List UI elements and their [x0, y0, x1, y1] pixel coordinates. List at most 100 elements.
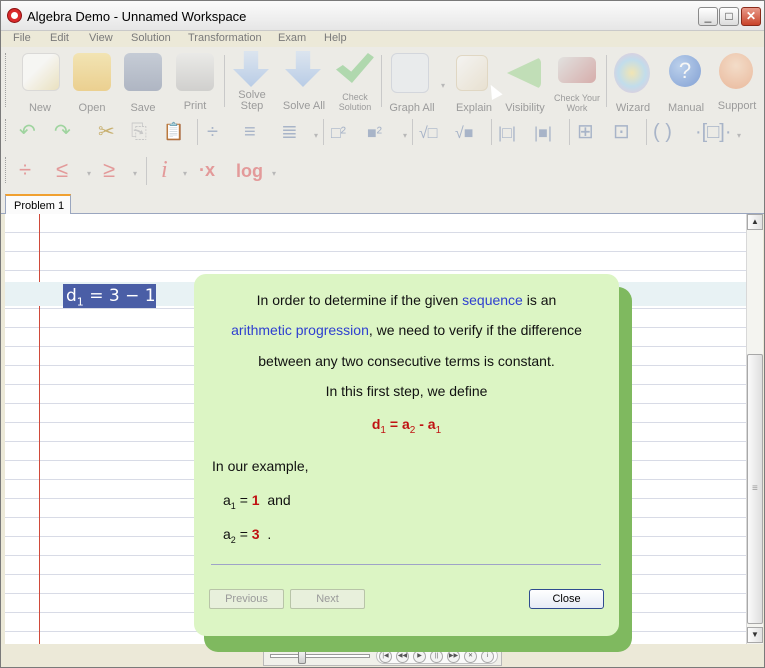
square-root-filled-icon[interactable]: √■: [455, 123, 473, 145]
scroll-down-icon[interactable]: ▼: [747, 627, 763, 643]
square-root-icon[interactable]: √□: [419, 123, 437, 145]
support-label: Support: [717, 100, 757, 112]
power-filled-icon[interactable]: ■²: [367, 123, 382, 145]
less-or-equal-icon[interactable]: ≤: [56, 159, 68, 181]
main-toolbar: New Open Save Print Solve Step Solve All…: [1, 51, 764, 114]
relation2-dropdown-icon[interactable]: ▾: [133, 169, 137, 178]
toolbar-grip[interactable]: [5, 119, 8, 141]
formula-a2: a: [401, 416, 410, 432]
checkmark-icon: [336, 53, 374, 83]
check-your-work-button[interactable]: Check Your Work: [552, 51, 602, 113]
minimize-button[interactable]: _: [698, 7, 718, 26]
menu-exam[interactable]: Exam: [278, 32, 306, 44]
brackets-dropdown-icon[interactable]: ▾: [737, 131, 741, 140]
scroll-thumb[interactable]: [747, 354, 763, 624]
imaginary-dropdown-icon[interactable]: ▾: [183, 169, 187, 178]
subscript-icon[interactable]: ·x: [199, 159, 215, 181]
fraction-filled-icon[interactable]: ≣: [281, 121, 298, 143]
a2-value: 3: [251, 526, 260, 542]
matrix-icon[interactable]: ⊞: [577, 121, 594, 143]
vertical-scrollbar[interactable]: ▲ ▼: [746, 214, 763, 644]
log-icon[interactable]: log: [236, 160, 263, 182]
menu-transformation[interactable]: Transformation: [188, 32, 262, 44]
maximize-button[interactable]: □: [719, 7, 739, 26]
fraction-icon[interactable]: ÷: [207, 121, 218, 143]
divide-icon[interactable]: ÷: [19, 159, 31, 181]
selected-expression[interactable]: d1 = 3 − 1: [63, 284, 156, 308]
toolbar-separator: [224, 55, 225, 107]
visibility-label: Visibility: [505, 102, 545, 114]
greater-or-equal-icon[interactable]: ≥: [103, 159, 115, 181]
scroll-up-icon[interactable]: ▲: [747, 214, 763, 230]
previous-button[interactable]: Previous: [209, 589, 284, 609]
solve-step-button[interactable]: Solve Step: [230, 51, 274, 112]
graph-all-button[interactable]: Graph All: [385, 51, 439, 114]
definition-formula: d1 = a2 - a1: [194, 416, 619, 436]
solve-all-button[interactable]: Solve All: [279, 51, 329, 112]
absolute-value-icon[interactable]: |□|: [498, 123, 516, 145]
wizard-button[interactable]: Wizard: [610, 51, 656, 114]
menu-file[interactable]: File: [13, 32, 31, 44]
popup-divider: [211, 564, 601, 565]
menu-view[interactable]: View: [89, 32, 113, 44]
log-dropdown-icon[interactable]: ▾: [272, 169, 276, 178]
menu-edit[interactable]: Edit: [50, 32, 69, 44]
line2-tail: , we need to verify if the difference: [368, 322, 582, 338]
toolbar-area: New Open Save Print Solve Step Solve All…: [1, 47, 764, 194]
fraction-stacked-icon[interactable]: ≡: [244, 121, 256, 143]
matrix-outline-icon[interactable]: ⊡: [613, 121, 630, 143]
menu-bar: File Edit View Solution Transformation E…: [1, 31, 764, 47]
formula-a1: a: [427, 416, 436, 432]
down-arrow-icon: [233, 51, 269, 87]
toolbar-grip[interactable]: [5, 157, 8, 183]
power-dropdown-icon[interactable]: ▾: [403, 131, 407, 140]
open-button[interactable]: Open: [71, 51, 113, 114]
visibility-button[interactable]: Visibility: [501, 51, 549, 114]
close-window-button[interactable]: ✕: [741, 7, 761, 26]
graph-dropdown-icon[interactable]: ▾: [441, 81, 445, 90]
check-solution-button[interactable]: Check Solution: [332, 51, 378, 112]
copy-icon[interactable]: ⎘: [131, 121, 147, 143]
tab-problem-1[interactable]: Problem 1: [5, 194, 71, 215]
explain-document-icon: [456, 55, 488, 91]
new-button[interactable]: New: [19, 51, 61, 114]
save-button[interactable]: Save: [122, 51, 164, 114]
imaginary-unit-icon[interactable]: i: [161, 158, 168, 182]
window-title: Algebra Demo - Unnamed Workspace: [27, 9, 247, 24]
folder-icon: [73, 53, 111, 91]
undo-icon[interactable]: ↶: [19, 121, 36, 143]
floppy-disk-icon: [124, 53, 162, 91]
toolbar-separator: [381, 55, 382, 107]
support-button[interactable]: Support: [714, 51, 760, 112]
expression-rhs: = 3 − 1: [83, 286, 156, 306]
graph-icon: [391, 53, 429, 93]
tab-strip: Problem 1: [1, 194, 764, 215]
redo-icon[interactable]: ↷: [54, 121, 71, 143]
save-label: Save: [130, 102, 156, 114]
fraction-dropdown-icon[interactable]: ▾: [314, 131, 318, 140]
absolute-value-filled-icon[interactable]: |■|: [534, 123, 552, 145]
playback-slider-track[interactable]: [270, 654, 370, 658]
print-label: Print: [183, 100, 207, 112]
relation-dropdown-icon[interactable]: ▾: [87, 169, 91, 178]
cut-icon[interactable]: ✂: [98, 121, 115, 143]
sequence-link[interactable]: sequence: [462, 292, 523, 308]
explain-button[interactable]: Explain: [451, 51, 497, 114]
manual-button[interactable]: ? Manual: [663, 51, 709, 114]
paste-icon[interactable]: 📋: [163, 121, 184, 143]
parentheses-icon[interactable]: ( ): [653, 121, 672, 143]
close-popup-button[interactable]: Close: [529, 589, 604, 609]
menu-help[interactable]: Help: [324, 32, 347, 44]
expression-subscript: 1: [76, 295, 84, 309]
explanation-line-1: In order to determine if the given seque…: [194, 292, 619, 308]
toolbar-separator: [491, 119, 492, 145]
line1-tail: is an: [522, 292, 557, 308]
print-button[interactable]: Print: [173, 51, 217, 112]
formula-minus: -: [415, 416, 428, 432]
power-icon[interactable]: □²: [331, 123, 346, 145]
arithmetic-progression-link[interactable]: arithmetic progression: [231, 322, 369, 338]
next-button[interactable]: Next: [290, 589, 365, 609]
visibility-icon: [507, 57, 541, 89]
menu-solution[interactable]: Solution: [131, 32, 171, 44]
brackets-icon[interactable]: ·[□]·: [695, 121, 732, 143]
